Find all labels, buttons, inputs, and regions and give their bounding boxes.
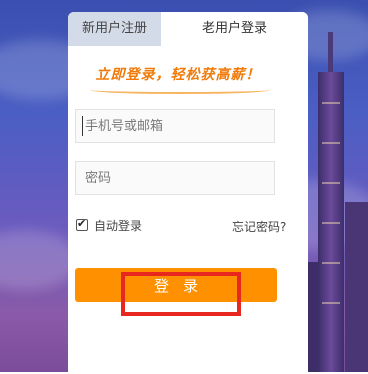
remember-label: 自动登录 xyxy=(94,218,143,233)
login-panel: 新用户注册 老用户登录 立即登录，轻松获高薪！ ✔ 自动登录 忘记密码? 登录 xyxy=(68,12,308,374)
slogan: 立即登录，轻松获高薪！ xyxy=(95,67,261,83)
tab-login[interactable]: 老用户登录 xyxy=(161,12,308,46)
tower xyxy=(318,32,344,372)
text-cursor xyxy=(82,116,83,136)
remember-checkbox[interactable]: ✔ xyxy=(76,217,88,231)
building xyxy=(345,202,368,372)
slogan-underline xyxy=(90,86,270,94)
account-input[interactable] xyxy=(75,109,275,143)
remember-row: ✔ 自动登录 xyxy=(76,216,142,234)
forgot-password-link[interactable]: 忘记密码? xyxy=(232,218,286,235)
check-icon: ✔ xyxy=(77,217,87,230)
login-button[interactable]: 登录 xyxy=(75,268,277,302)
auth-tabs: 新用户注册 老用户登录 xyxy=(68,12,308,46)
tab-register[interactable]: 新用户注册 xyxy=(68,12,161,46)
password-input[interactable] xyxy=(75,161,275,195)
